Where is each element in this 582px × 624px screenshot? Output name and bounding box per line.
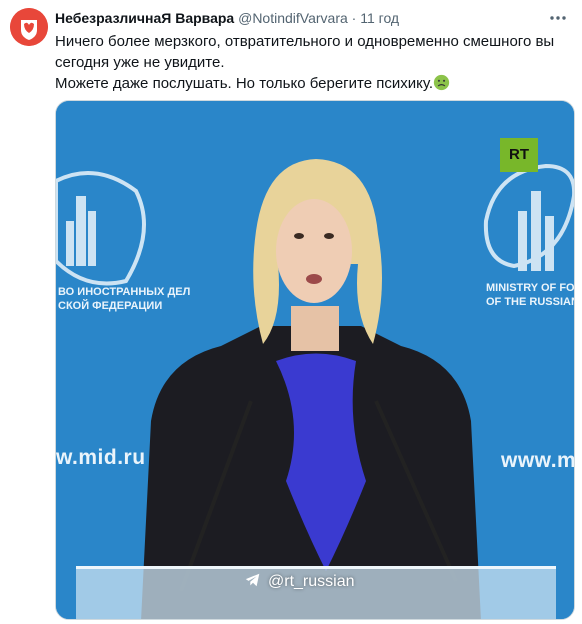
- telegram-icon: [245, 573, 260, 587]
- avatar[interactable]: [10, 8, 48, 46]
- tweet-header: НебезразличнаЯ Варвара @NotindifVarvara …: [55, 10, 399, 26]
- display-name[interactable]: НебезразличнаЯ Варвара: [55, 10, 234, 26]
- tweet-text-line-1: Ничего более мерзкого, отвратительного и…: [55, 33, 555, 71]
- ministry-left-line-1: ВО ИНОСТРАННЫХ ДЕЛ: [58, 286, 191, 298]
- tweet[interactable]: НебезразличнаЯ Варвара @NotindifVarvara …: [0, 0, 582, 624]
- ministry-right-line-1: MINISTRY OF FOR: [486, 282, 575, 294]
- watermark-handle: @rt_russian: [268, 573, 355, 590]
- wall-text-left: w.mid.ru: [56, 446, 146, 469]
- video-media[interactable]: RT ВО ИНОСТРАННЫХ ДЕЛ СКОЙ ФЕДЕРАЦИИ MIN…: [55, 100, 575, 620]
- avatar-emblem-icon: [10, 8, 48, 46]
- tweet-text: Ничего более мерзкого, отвратительного и…: [55, 31, 570, 94]
- ministry-text-right: MINISTRY OF FOR OF THE RUSSIAN: [486, 281, 575, 309]
- ministry-left-line-2: СКОЙ ФЕДЕРАЦИИ: [58, 300, 163, 312]
- more-options-button[interactable]: [548, 8, 568, 28]
- more-horizontal-icon: [550, 16, 566, 20]
- rt-channel-logo: RT: [500, 138, 538, 172]
- nauseated-face-emoji: [433, 74, 450, 91]
- user-handle[interactable]: @NotindifVarvara: [238, 10, 348, 26]
- separator: ·: [351, 10, 357, 26]
- ministry-right-line-2: OF THE RUSSIAN: [486, 296, 575, 308]
- tweet-text-line-2: Можете даже послушать. Но только берегит…: [55, 75, 434, 92]
- video-frame: [56, 101, 574, 619]
- timestamp[interactable]: 11 год: [360, 10, 399, 26]
- watermark: @rt_russian: [244, 571, 355, 591]
- ministry-text-left: ВО ИНОСТРАННЫХ ДЕЛ СКОЙ ФЕДЕРАЦИИ: [58, 285, 190, 313]
- wall-text-right: www.m: [501, 449, 575, 472]
